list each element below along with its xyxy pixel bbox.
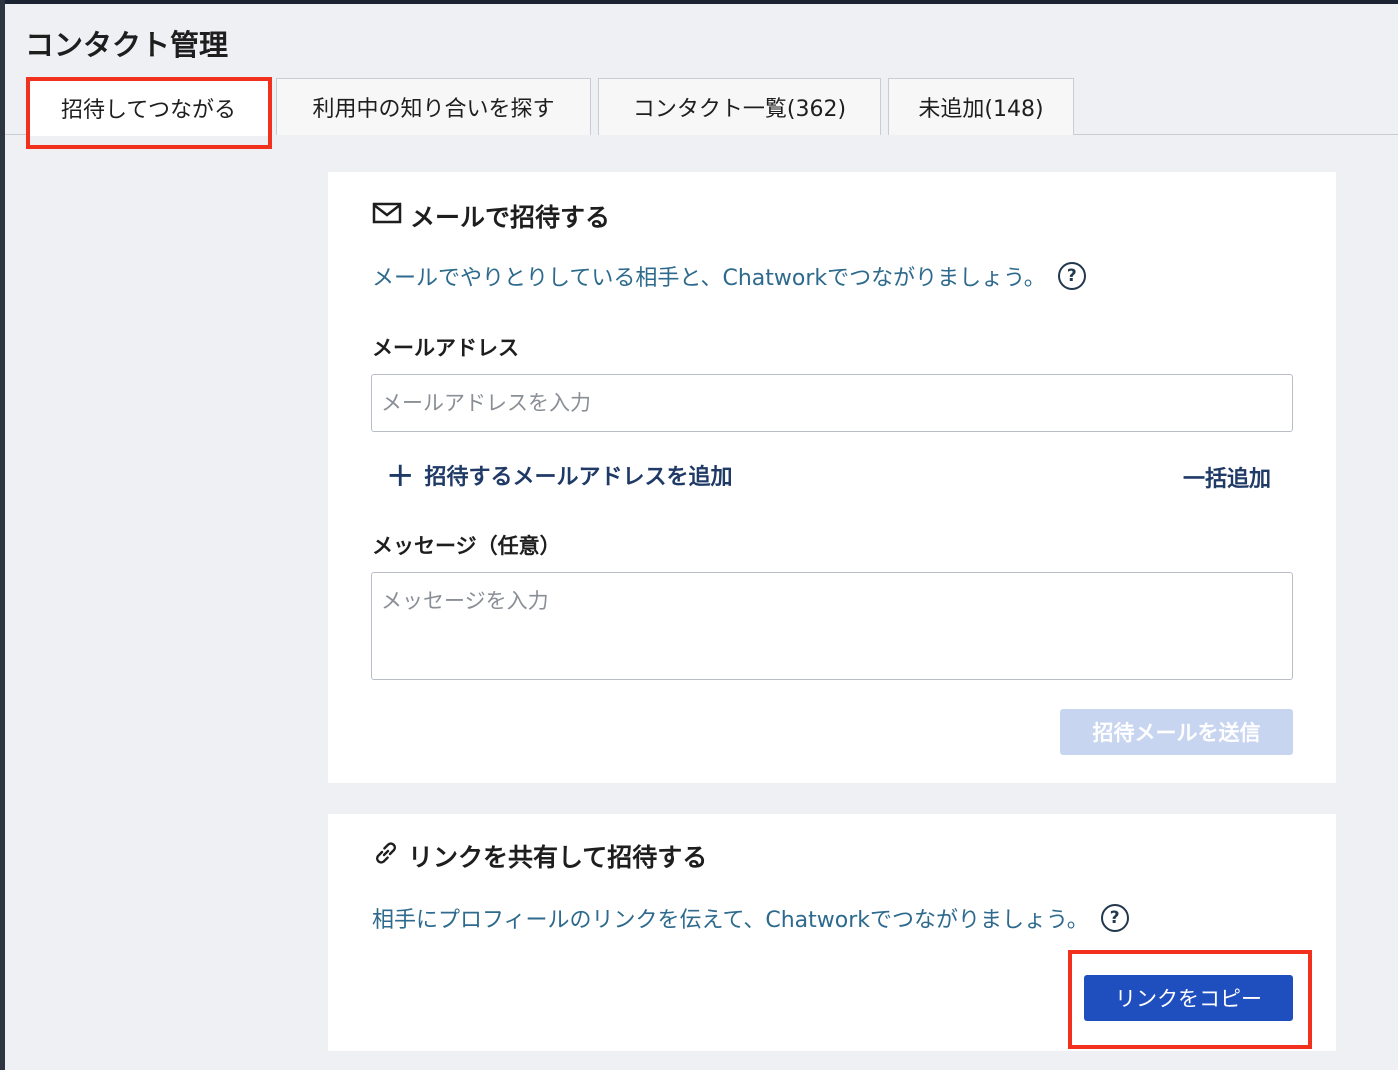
tabs-baseline [1074,134,1398,135]
tabs-baseline-left [5,134,27,135]
tab-find-acquaintances[interactable]: 利用中の知り合いを探す [276,78,591,135]
page-title: コンタクト管理 [25,28,229,62]
plus-icon: + [386,455,415,495]
tab-not-added[interactable]: 未追加(148) [888,78,1074,135]
link-icon [372,839,400,873]
email-input[interactable] [371,374,1293,432]
email-invite-title-text: メールで招待する [410,203,611,232]
link-invite-description-text: 相手にプロフィールのリンクを伝えて、Chatworkでつながりましょう。 [372,908,1089,933]
link-invite-card: リンクを共有して招待する 相手にプロフィールのリンクを伝えて、Chatworkで… [328,814,1336,1051]
send-invite-button[interactable]: 招待メールを送信 [1060,709,1293,755]
question-circle-icon[interactable]: ? [1057,262,1086,290]
email-invite-title: メールで招待する [372,198,610,234]
email-invite-description: メールでやりとりしている相手と、Chatworkでつながりましょう。 ? [372,260,1086,292]
link-invite-title: リンクを共有して招待する [372,838,707,874]
message-textarea[interactable] [371,572,1293,680]
link-invite-description: 相手にプロフィールのリンクを伝えて、Chatworkでつながりましょう。 ? [372,902,1129,934]
bulk-add-button[interactable]: 一括追加 [1183,461,1271,493]
message-label: メッセージ（任意） [372,534,561,558]
email-label: メールアドレス [372,336,519,360]
tab-invite[interactable]: 招待してつながる [27,78,270,136]
email-invite-description-text: メールでやりとりしている相手と、Chatworkでつながりましょう。 [372,266,1046,291]
copy-link-button[interactable]: リンクをコピー [1084,975,1293,1021]
link-invite-title-text: リンクを共有して招待する [408,843,708,872]
envelope-icon [372,201,402,231]
add-email-button[interactable]: + 招待するメールアドレスを追加 [386,458,733,492]
question-circle-icon[interactable]: ? [1100,904,1129,932]
tab-contact-list[interactable]: コンタクト一覧(362) [598,78,881,135]
email-invite-card: メールで招待する メールでやりとりしている相手と、Chatworkでつながりまし… [328,172,1336,783]
add-email-label: 招待するメールアドレスを追加 [424,465,733,490]
